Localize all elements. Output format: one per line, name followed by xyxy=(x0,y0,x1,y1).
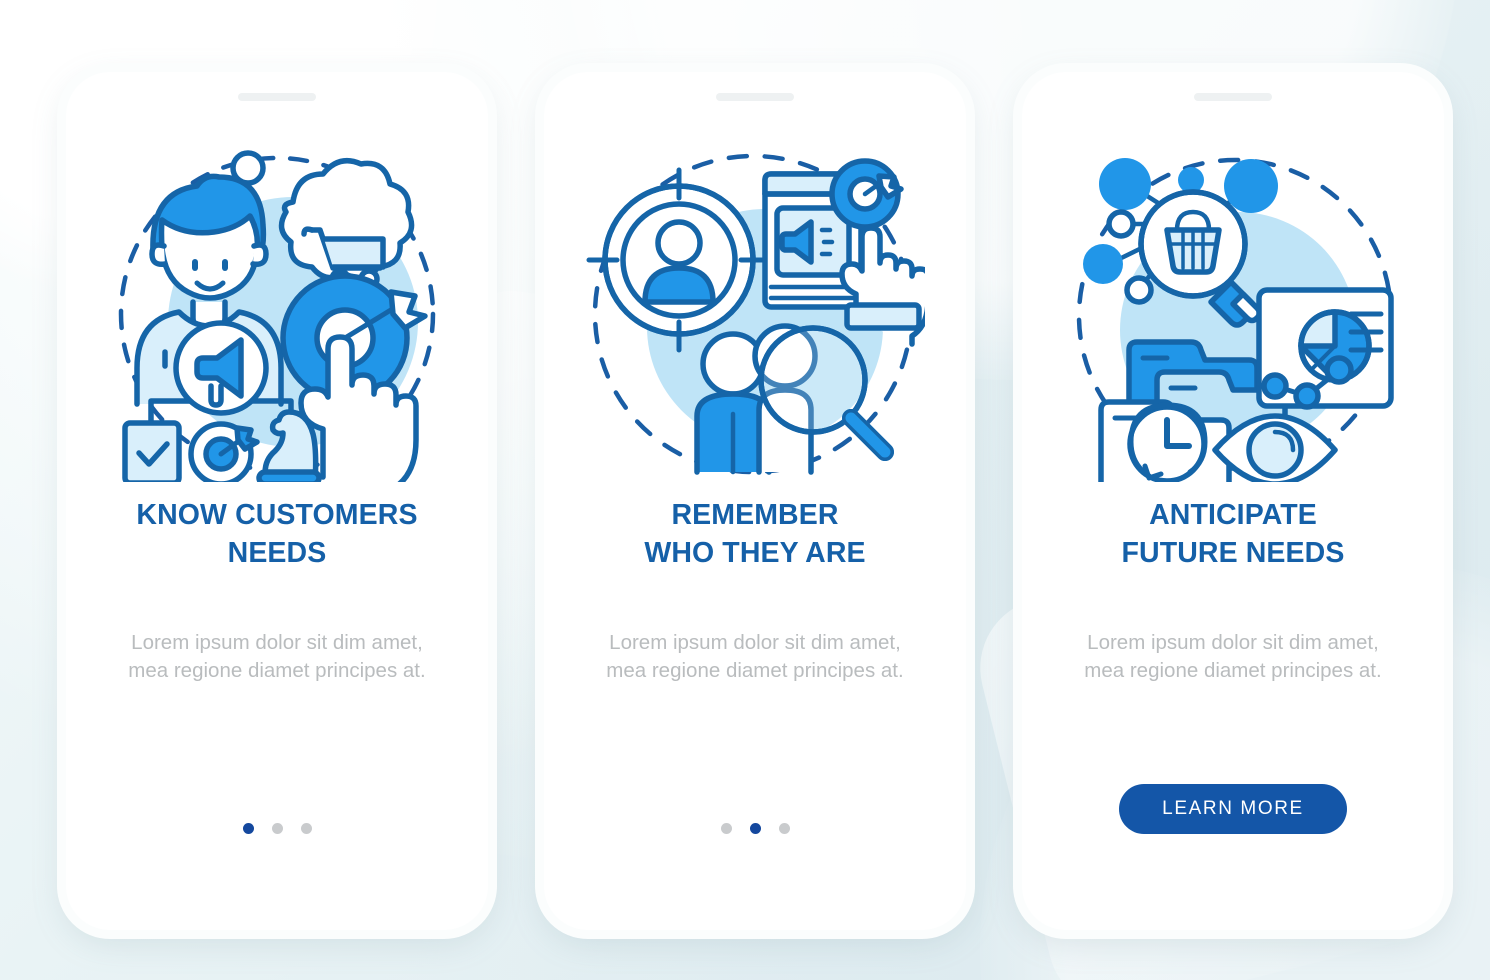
page-description: Lorem ipsum dolor sit dim amet, mea regi… xyxy=(606,630,904,683)
page-title-line2: NEEDS xyxy=(227,537,327,570)
pagination-dot-2[interactable] xyxy=(271,823,283,834)
page-title-line1: REMEMBER xyxy=(671,499,839,531)
screen-footer xyxy=(66,823,488,834)
phone-mockup-anticipate-future-needs: ANTICIPATE FUTURE NEEDS Lorem ipsum dolo… xyxy=(1022,72,1444,930)
learn-more-button[interactable]: LEARN MORE xyxy=(1119,784,1347,834)
screen-know-customers-needs: KNOW CUSTOMERS NEEDS Lorem ipsum dolor s… xyxy=(66,72,488,930)
remember-customers-illustration xyxy=(585,142,925,482)
page-title: REMEMBER WHO THEY ARE xyxy=(585,496,925,573)
customer-needs-illustration xyxy=(107,142,447,482)
screen-footer: LEARN MORE xyxy=(1022,784,1444,834)
onboarding-screens: KNOW CUSTOMERS NEEDS Lorem ipsum dolor s… xyxy=(0,0,1490,980)
page-title: ANTICIPATE FUTURE NEEDS xyxy=(1063,496,1403,573)
pagination-dot-3[interactable] xyxy=(778,823,790,834)
page-title: KNOW CUSTOMERS NEEDS xyxy=(107,496,447,573)
pagination-dots[interactable] xyxy=(242,823,312,834)
phone-mockup-know-customers-needs: KNOW CUSTOMERS NEEDS Lorem ipsum dolor s… xyxy=(66,72,488,930)
pagination-dot-3[interactable] xyxy=(300,823,312,834)
page-title-line2: FUTURE NEEDS xyxy=(1121,537,1345,570)
phone-mockup-remember-who-they-are: REMEMBER WHO THEY ARE Lorem ipsum dolor … xyxy=(544,72,966,930)
pagination-dots[interactable] xyxy=(720,823,790,834)
screen-footer xyxy=(544,823,966,834)
screen-anticipate-future-needs: ANTICIPATE FUTURE NEEDS Lorem ipsum dolo… xyxy=(1022,72,1444,930)
page-title-line1: KNOW CUSTOMERS xyxy=(136,499,418,531)
page-title-line2: WHO THEY ARE xyxy=(644,537,866,570)
page-description: Lorem ipsum dolor sit dim amet, mea regi… xyxy=(1084,630,1382,683)
pagination-dot-1[interactable] xyxy=(720,823,732,834)
screen-remember-who-they-are: REMEMBER WHO THEY ARE Lorem ipsum dolor … xyxy=(544,72,966,930)
page-description: Lorem ipsum dolor sit dim amet, mea regi… xyxy=(128,630,426,683)
pagination-dot-2[interactable] xyxy=(749,823,761,834)
anticipate-needs-illustration xyxy=(1063,142,1403,482)
pagination-dot-1[interactable] xyxy=(242,823,254,834)
page-title-line1: ANTICIPATE xyxy=(1149,499,1317,531)
